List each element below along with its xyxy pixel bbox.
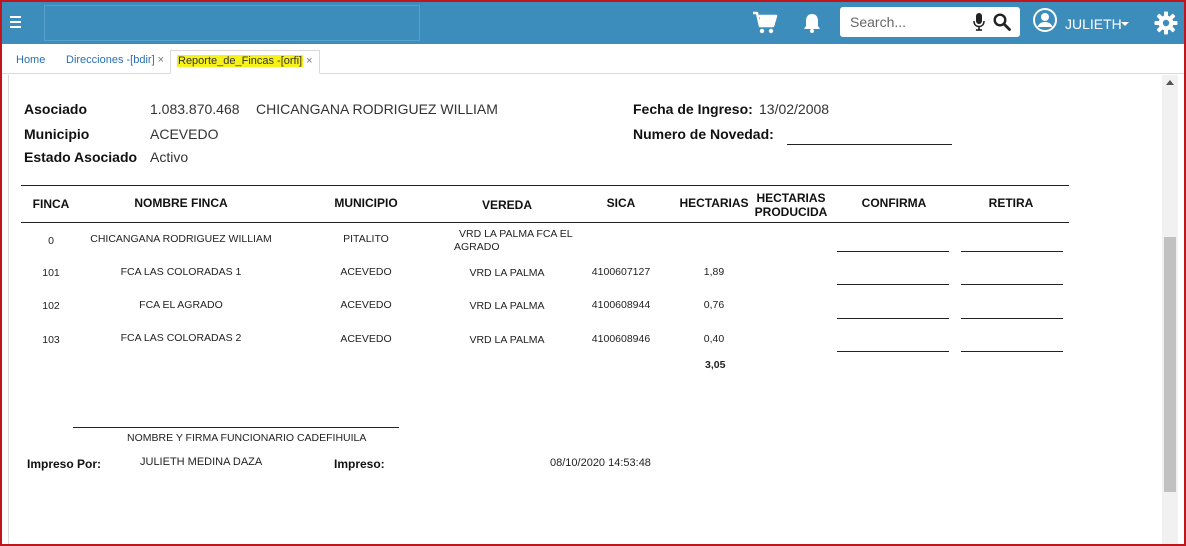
fecha-ingreso-value: 13/02/2008 <box>759 101 830 117</box>
estado-asociado-label: Estado Asociado <box>24 149 138 165</box>
cell-vereda: VRD LA PALMA <box>469 334 545 346</box>
retira-signature-line <box>961 351 1063 352</box>
cell-municipio: ACEVEDO <box>340 333 392 345</box>
table-header-rule <box>21 222 1069 223</box>
caret-down-icon <box>1121 22 1129 26</box>
cell-vereda: VRD LA PALMA <box>469 300 545 312</box>
microphone-icon[interactable] <box>973 13 985 31</box>
close-icon[interactable]: × <box>158 54 164 66</box>
report-content: Asociado 1.083.870.468 CHICANGANA RODRIG… <box>8 75 1176 545</box>
tab-direcciones[interactable]: Direcciones -[bdir] × <box>60 50 170 74</box>
cell-finca: 0 <box>48 235 54 247</box>
close-icon[interactable]: × <box>306 55 312 67</box>
cell-nombre-finca: FCA LAS COLORADAS 1 <box>120 266 242 278</box>
cell-sica: 4100607127 <box>591 266 651 278</box>
col-header-sica: SICA <box>606 196 636 210</box>
cell-nombre-finca: CHICANGANA RODRIGUEZ WILLIAM <box>90 233 272 245</box>
confirma-signature-line <box>837 284 949 285</box>
cell-nombre-finca: FCA EL AGRADO <box>139 299 223 311</box>
cell-municipio: ACEVEDO <box>340 299 392 311</box>
cell-hectarias: 0,76 <box>703 299 725 311</box>
col-header-vereda: VEREDA <box>481 198 532 212</box>
estado-asociado-value: Activo <box>150 149 189 165</box>
shopping-cart-icon[interactable] <box>752 10 778 36</box>
cell-municipio: PITALITO <box>343 233 389 245</box>
search-box <box>840 7 1020 37</box>
search-input[interactable] <box>850 12 970 32</box>
bell-icon[interactable] <box>802 12 822 34</box>
cell-vereda: VRD LA PALMA <box>469 267 545 279</box>
cell-hectarias: 0,40 <box>703 333 725 345</box>
navbar-panel <box>44 5 420 41</box>
table-top-rule <box>21 185 1069 186</box>
col-header-hectarias-producida-1: HECTARIAS <box>756 191 826 205</box>
cell-finca: 101 <box>42 267 60 279</box>
confirma-signature-line <box>837 318 949 319</box>
impreso-value: 08/10/2020 14:53:48 <box>550 457 651 469</box>
impreso-por-label: Impreso Por: <box>27 457 102 471</box>
avatar-icon <box>1033 8 1057 32</box>
retira-signature-line <box>961 318 1063 319</box>
numero-novedad-line <box>787 144 952 145</box>
top-navbar: JULIETH <box>2 2 1184 44</box>
user-menu[interactable]: JULIETH <box>1033 8 1133 38</box>
cell-sica: 4100608944 <box>591 299 651 311</box>
tab-label: Home <box>16 54 46 66</box>
confirma-signature-line <box>837 351 949 352</box>
scrollbar-thumb[interactable] <box>1164 237 1176 492</box>
asociado-id: 1.083.870.468 <box>150 101 240 117</box>
total-hectarias: 3,05 <box>705 359 726 371</box>
col-header-finca: FINCA <box>32 197 70 211</box>
retira-signature-line <box>961 284 1063 285</box>
cell-finca: 102 <box>42 300 60 312</box>
retira-signature-line <box>961 251 1063 252</box>
numero-novedad-label: Numero de Novedad: <box>633 126 774 142</box>
municipio-label: Municipio <box>24 126 90 142</box>
cell-vereda: VRD LA PALMA FCA EL <box>459 228 573 240</box>
confirma-signature-line <box>837 251 949 252</box>
cell-municipio: ACEVEDO <box>340 266 392 278</box>
impreso-label: Impreso: <box>334 457 385 471</box>
col-header-confirma: CONFIRMA <box>861 196 927 210</box>
asociado-name: CHICANGANA RODRIGUEZ WILLIAM <box>256 101 498 117</box>
tab-label: Reporte_de_Fincas -[orfi] <box>177 55 304 67</box>
fecha-ingreso-label: Fecha de Ingreso: <box>633 101 753 117</box>
tab-reporte-de-fincas[interactable]: Reporte_de_Fincas -[orfi] × <box>170 50 320 74</box>
col-header-nombre-finca: NOMBRE FINCA <box>134 196 228 210</box>
col-header-municipio: MUNICIPIO <box>334 196 398 210</box>
col-header-retira: RETIRA <box>988 196 1034 210</box>
firma-funcionario-label: NOMBRE Y FIRMA FUNCIONARIO CADEFIHUILA <box>127 432 367 444</box>
search-icon[interactable] <box>993 13 1011 31</box>
tab-bar: Home Direcciones -[bdir] × Reporte_de_Fin… <box>2 44 1184 74</box>
asociado-label: Asociado <box>24 101 88 117</box>
cell-hectarias: 1,89 <box>703 266 725 278</box>
vertical-scrollbar[interactable] <box>1162 75 1178 545</box>
cell-vereda-cont: AGRADO <box>454 241 500 253</box>
hamburger-menu-icon[interactable] <box>10 13 26 33</box>
scroll-up-arrow-icon[interactable] <box>1166 80 1174 85</box>
col-header-hectarias-producida-2: PRODUCIDA <box>754 205 828 219</box>
municipio-value: ACEVEDO <box>150 126 219 142</box>
cell-nombre-finca: FCA LAS COLORADAS 2 <box>120 332 242 344</box>
cell-sica: 4100608946 <box>591 333 651 345</box>
user-name: JULIETH <box>1065 16 1122 32</box>
gear-icon[interactable] <box>1154 11 1178 35</box>
col-header-hectarias: HECTARIAS <box>679 196 749 210</box>
funcionario-signature-line <box>73 427 399 428</box>
tab-home[interactable]: Home <box>10 50 51 74</box>
impreso-por-value: JULIETH MEDINA DAZA <box>140 456 263 468</box>
tab-label: Direcciones -[bdir] <box>66 54 155 66</box>
cell-finca: 103 <box>42 334 60 346</box>
